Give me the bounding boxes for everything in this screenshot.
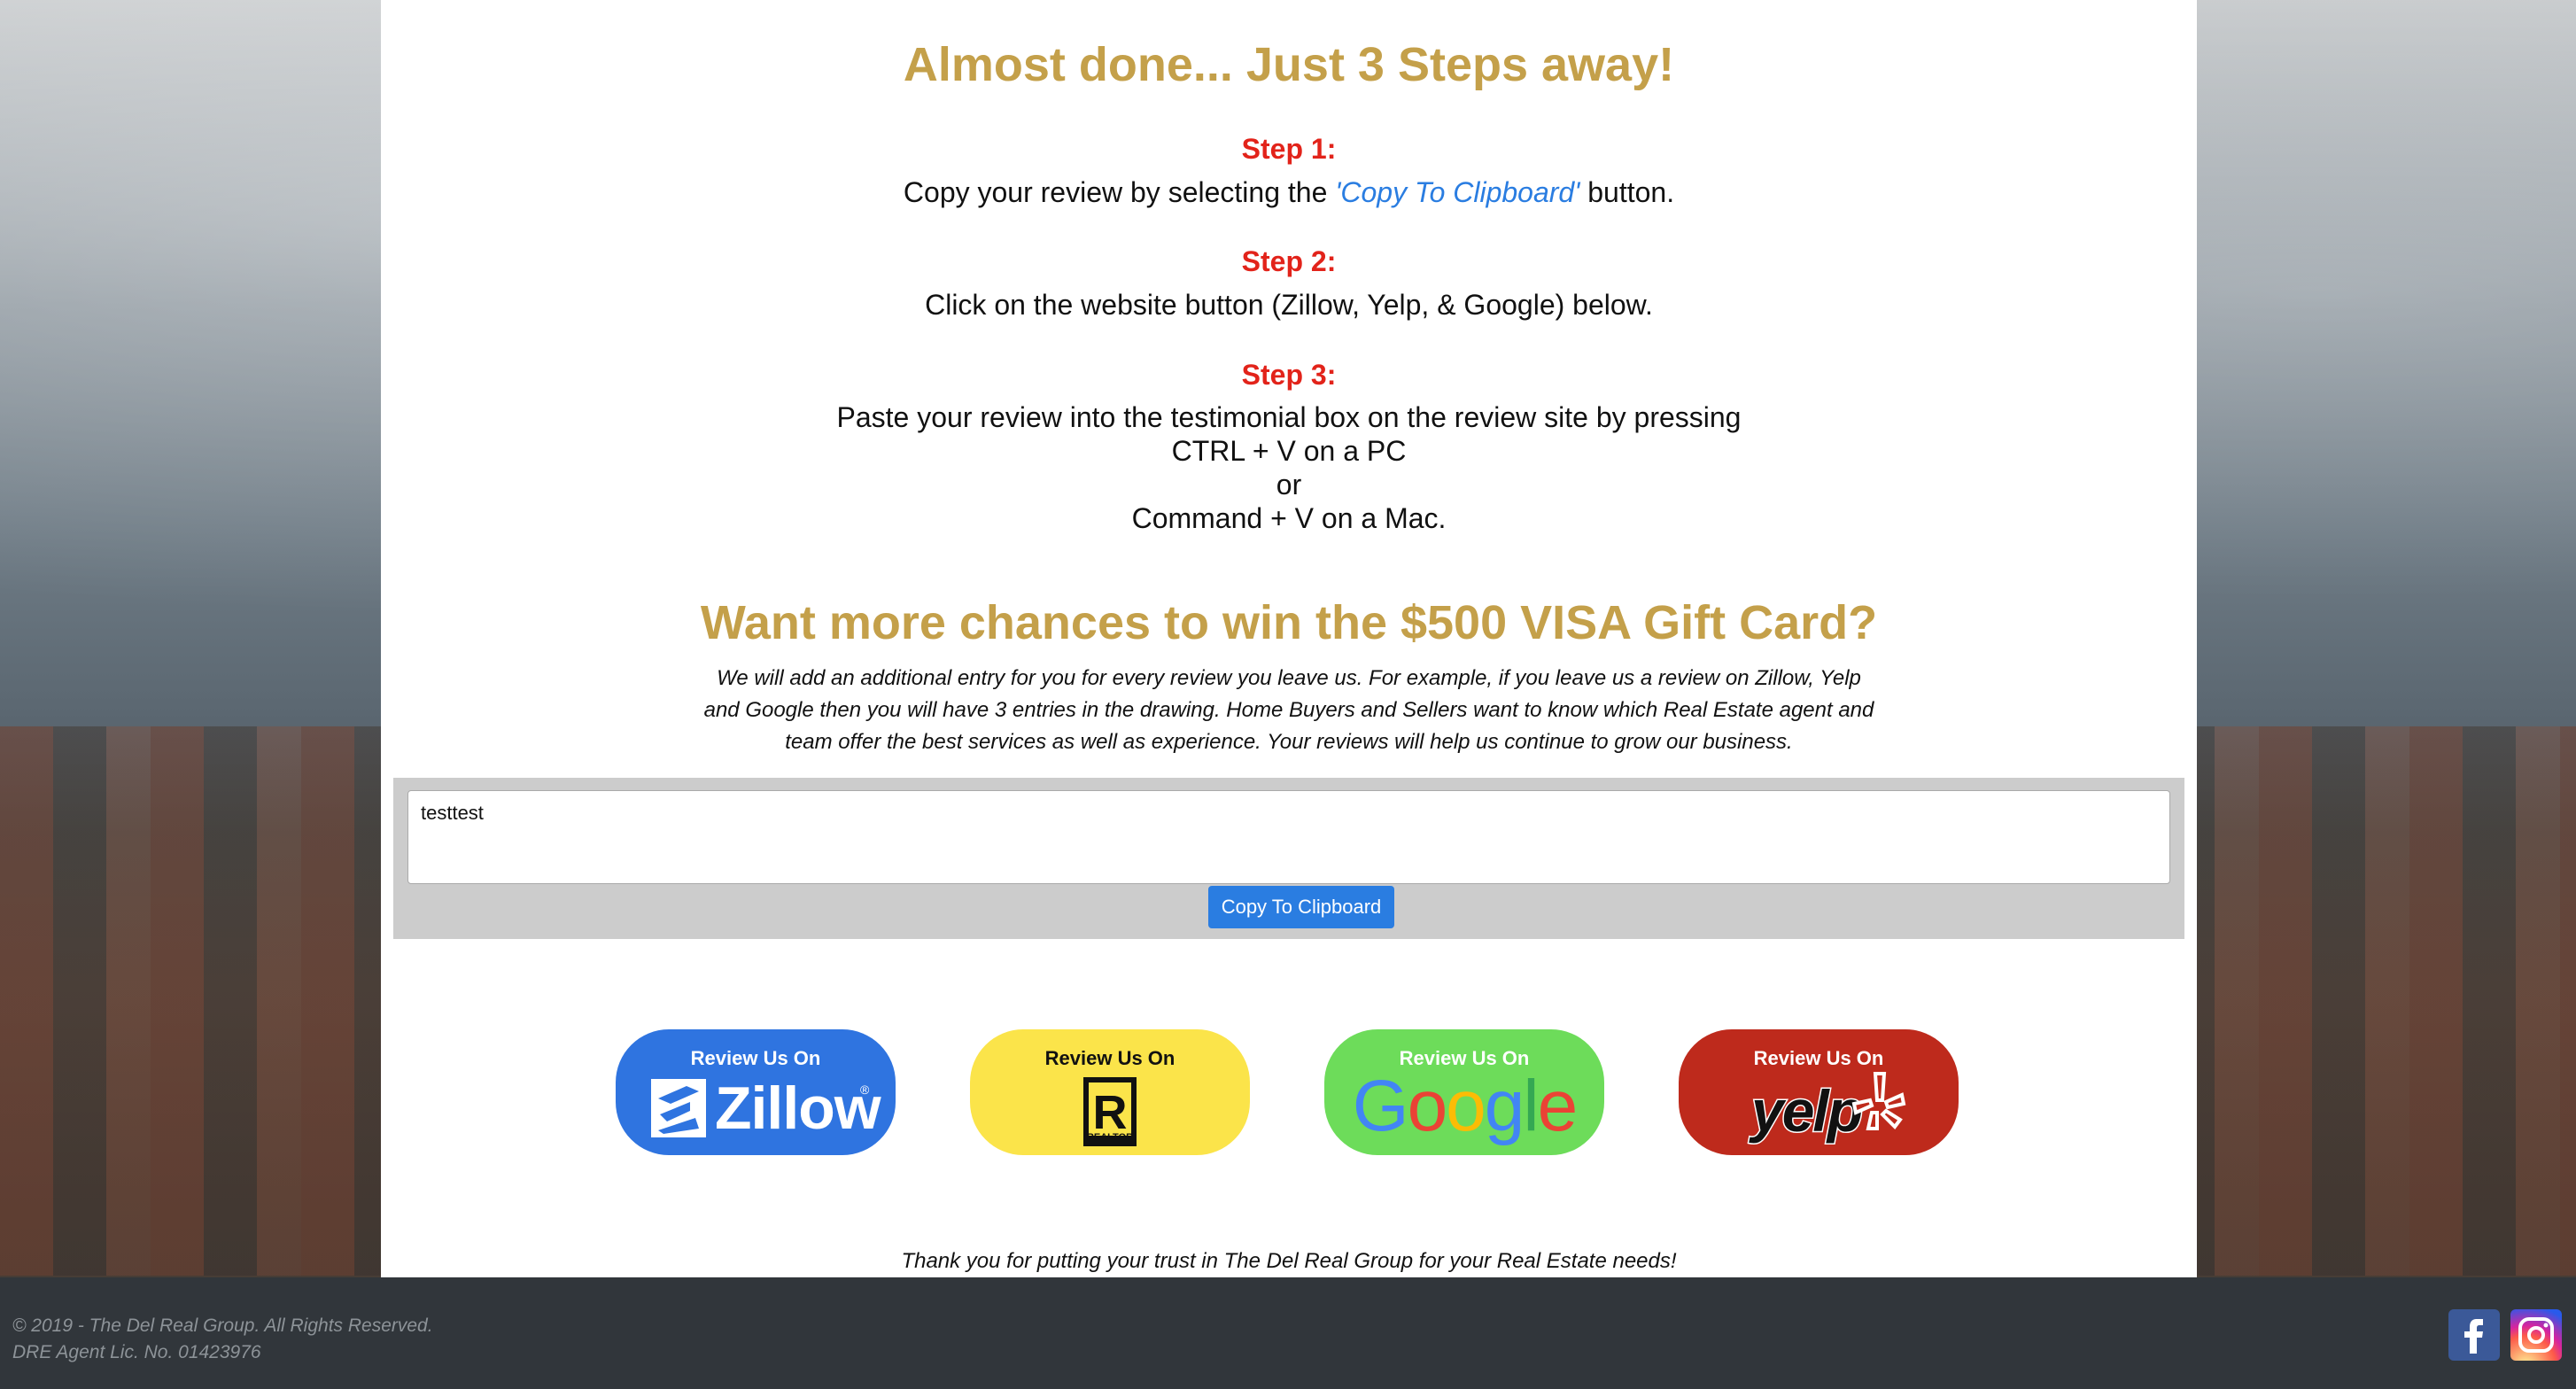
- footer: © 2019 - The Del Real Group. All Rights …: [0, 1277, 2576, 1389]
- step-3-line-2: CTRL + V on a PC: [1171, 435, 1407, 467]
- review-zillow-button[interactable]: Review Us On Zillow ®: [616, 1029, 896, 1155]
- review-google-button[interactable]: Review Us On Google: [1324, 1029, 1604, 1155]
- promo-text: We will add an additional entry for you …: [695, 663, 1882, 758]
- zillow-icon: [651, 1079, 706, 1137]
- realtor-r-letter: R: [1093, 1086, 1128, 1139]
- review-realtor-button[interactable]: Review Us On R REALTOR: [970, 1029, 1250, 1155]
- step-3-line-4: Command + V on a Mac.: [1131, 502, 1447, 534]
- review-realtor-caption: Review Us On: [1044, 1047, 1175, 1069]
- step-1-link: 'Copy To Clipboard': [1335, 176, 1580, 208]
- footer-copyright: © 2019 - The Del Real Group. All Rights …: [12, 1313, 433, 1366]
- google-logo: Google: [1352, 1066, 1578, 1146]
- page-title: Almost done... Just 3 Steps away!: [903, 38, 1675, 91]
- promo-line-3: team offer the best services as well as …: [785, 730, 1793, 754]
- copyright-text: © 2019 - The Del Real Group. All Rights …: [12, 1315, 433, 1336]
- step-2-text: Click on the website button (Zillow, Yel…: [925, 289, 1653, 321]
- promo-heading: Want more chances to win the $500 VISA G…: [700, 596, 1878, 649]
- yelp-logo: yelp: [1741, 1070, 1909, 1152]
- facebook-f-glyph: [2464, 1319, 2483, 1354]
- thank-you-message: Thank you for putting your trust in The …: [901, 1249, 1677, 1273]
- license-text: DRE Agent Lic. No. 01423976: [12, 1342, 261, 1362]
- copy-to-clipboard-button[interactable]: Copy To Clipboard: [1208, 886, 1394, 928]
- step-3-title: Step 3:: [1241, 359, 1337, 391]
- yelp-wordmark: yelp: [1750, 1077, 1864, 1145]
- yelp-burst-icon: [1851, 1072, 1906, 1130]
- instagram-camera-glyph: [2518, 1317, 2554, 1353]
- facebook-icon[interactable]: [2448, 1309, 2500, 1361]
- instagram-icon[interactable]: [2510, 1309, 2562, 1361]
- step-1-text-before: Copy your review by selecting the: [903, 176, 1336, 208]
- review-copy-box: testtest Copy To Clipboard: [393, 778, 2184, 939]
- step-1-title: Step 1:: [1241, 133, 1337, 165]
- zillow-logo: Zillow ®: [651, 1074, 881, 1142]
- promo-line-1: We will add an additional entry for you …: [717, 666, 1861, 690]
- promo-line-2: and Google then you will have 3 entries …: [703, 698, 1874, 722]
- step-3-line-1: Paste your review into the testimonial b…: [836, 401, 1742, 433]
- review-yelp-caption: Review Us On: [1753, 1047, 1884, 1069]
- step-3-line-3: or: [1276, 469, 1302, 501]
- realtor-wordmark: REALTOR: [1086, 1132, 1134, 1143]
- step-2-title: Step 2:: [1241, 245, 1337, 277]
- review-zillow-caption: Review Us On: [690, 1047, 821, 1069]
- review-yelp-button[interactable]: Review Us On yelp: [1679, 1029, 1959, 1155]
- step-1-text: Copy your review by selecting the 'Copy …: [381, 175, 2197, 209]
- zillow-wordmark: Zillow: [715, 1075, 881, 1142]
- zillow-registered-mark: ®: [860, 1082, 870, 1097]
- step-1-text-after: button.: [1579, 176, 1675, 208]
- review-textarea[interactable]: testtest: [407, 790, 2170, 884]
- main-panel: Almost done... Just 3 Steps away! Step 1…: [381, 0, 2197, 1277]
